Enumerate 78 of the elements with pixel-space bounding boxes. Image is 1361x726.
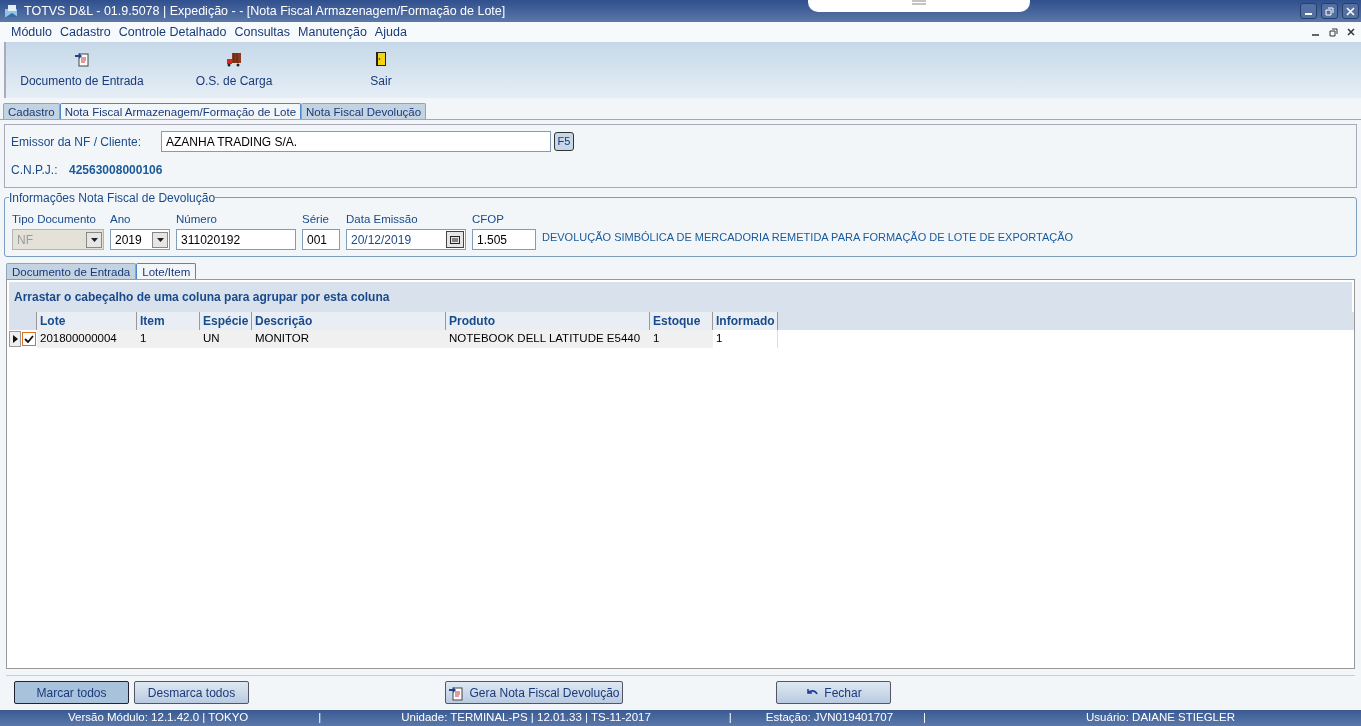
table-cell: NOTEBOOK DELL LATITUDE E5440	[446, 330, 650, 348]
truck-icon	[226, 50, 242, 67]
tab[interactable]: Nota Fiscal Devolução	[301, 103, 427, 119]
column-header[interactable]: Descrição	[252, 312, 446, 330]
text-field[interactable]: 311020192	[176, 229, 296, 250]
menu-item[interactable]: Cadastro	[56, 22, 115, 42]
lookup-button[interactable]: F5	[554, 132, 574, 151]
group-hint: Arrastar o cabeçalho de uma coluna para agrupar por esta coluna	[14, 289, 390, 306]
action-button[interactable]: Gera Nota Fiscal Devolução	[445, 681, 623, 704]
menu-item[interactable]: Manutenção	[294, 22, 371, 42]
field-label: CFOP	[472, 211, 505, 227]
field-label: Série	[302, 211, 330, 227]
table-cell: 201800000004	[37, 330, 137, 348]
field-label: Ano	[110, 211, 132, 227]
window-title: TOTVS D&L - 01.9.5078 | Expedição - - [Nota Fiscal Armazenagem/Formação de Lote]	[24, 2, 506, 20]
close-icon	[1346, 6, 1355, 16]
document-arrow-icon	[448, 684, 465, 701]
minimize-icon	[1304, 13, 1313, 15]
text-field[interactable]: 001	[302, 229, 340, 250]
field-label: Data Emissão	[346, 211, 419, 227]
table-cell: 1	[650, 330, 713, 348]
column-header[interactable]: Informado	[713, 312, 778, 330]
status-text: |	[923, 710, 927, 726]
action-button[interactable]: Marcar todos	[14, 681, 129, 704]
table-cell: 1	[137, 330, 200, 348]
action-button[interactable]: Desmarca todos	[134, 681, 249, 704]
status-text: |	[728, 710, 732, 726]
column-header[interactable]: Lote	[37, 312, 137, 330]
field-label: C.N.P.J.:	[11, 162, 59, 179]
cfop-description: DEVOLUÇÃO SIMBÓLICA DE MERCADORIA REMETIDA PARA FORMAÇÃO DE LOTE DE EXPORTAÇÃO	[542, 229, 1074, 245]
field-label: Emissor da NF / Cliente:	[11, 133, 143, 151]
toolbar-button[interactable]: Documento de Entrada	[7, 50, 157, 90]
text-field[interactable]: 1.505	[472, 229, 536, 250]
row-indicator[interactable]	[9, 331, 21, 347]
tab[interactable]: Nota Fiscal Armazenagem/Formação de Lote	[59, 103, 302, 119]
column-header[interactable]: Produto	[446, 312, 650, 330]
table-cell: 1	[713, 330, 778, 348]
checkbox[interactable]	[22, 332, 36, 346]
restore-icon	[1325, 6, 1334, 16]
cnpj-value: 42563008000106	[69, 162, 163, 179]
tab[interactable]: Documento de Entrada	[6, 263, 137, 279]
minimize-button[interactable]	[1300, 3, 1317, 19]
menu-item[interactable]: Consultas	[230, 22, 295, 42]
toolbar-button[interactable]: Sair	[326, 50, 436, 90]
caret-icon	[86, 231, 102, 248]
action-button[interactable]: Fechar	[776, 681, 891, 704]
close-button[interactable]	[1342, 3, 1359, 19]
status-text: |	[318, 710, 322, 726]
grip-icon	[912, 0, 927, 6]
column-header[interactable]: Item	[137, 312, 200, 330]
client-field[interactable]: AZANHA TRADING S/A.	[161, 131, 551, 152]
column-header[interactable]: Estoque	[650, 312, 713, 330]
toolbar-button[interactable]: O.S. de Carga	[164, 50, 304, 90]
tab[interactable]: Lote/Item	[136, 263, 197, 279]
app-icon	[4, 3, 20, 19]
date-field[interactable]: 20/12/2019	[346, 229, 466, 250]
status-text: Usuário: DAIANE STIEGLER	[1086, 710, 1235, 726]
menu-item[interactable]: Módulo	[0, 22, 56, 42]
tab[interactable]: Cadastro	[3, 103, 60, 119]
dropdown[interactable]: 2019	[110, 229, 170, 250]
menu-item[interactable]: Ajuda	[370, 22, 411, 42]
drawer-handle[interactable]	[808, 0, 1031, 12]
status-text: Unidade: TERMINAL-PS | 12.01.33 | TS-11-2017	[401, 710, 651, 726]
column-header[interactable]: Espécie	[200, 312, 252, 330]
door-icon	[373, 50, 389, 67]
field-label: Tipo Documento	[12, 211, 97, 227]
document-arrow-icon	[74, 50, 90, 67]
menu-item[interactable]: Controle Detalhado	[114, 22, 231, 42]
calendar-icon[interactable]	[446, 231, 464, 248]
field-label: Número	[176, 211, 218, 227]
caret-icon	[152, 231, 168, 248]
status-text: Versão Módulo: 12.1.42.0 | TOKYO	[68, 710, 249, 726]
restore-icon[interactable]	[1329, 27, 1338, 37]
restore-button[interactable]	[1321, 3, 1338, 19]
table-cell: MONITOR	[252, 330, 446, 348]
status-text: Estação: JVN019401707	[765, 710, 894, 726]
table-cell: UN	[200, 330, 252, 348]
close-icon[interactable]	[1347, 28, 1355, 36]
